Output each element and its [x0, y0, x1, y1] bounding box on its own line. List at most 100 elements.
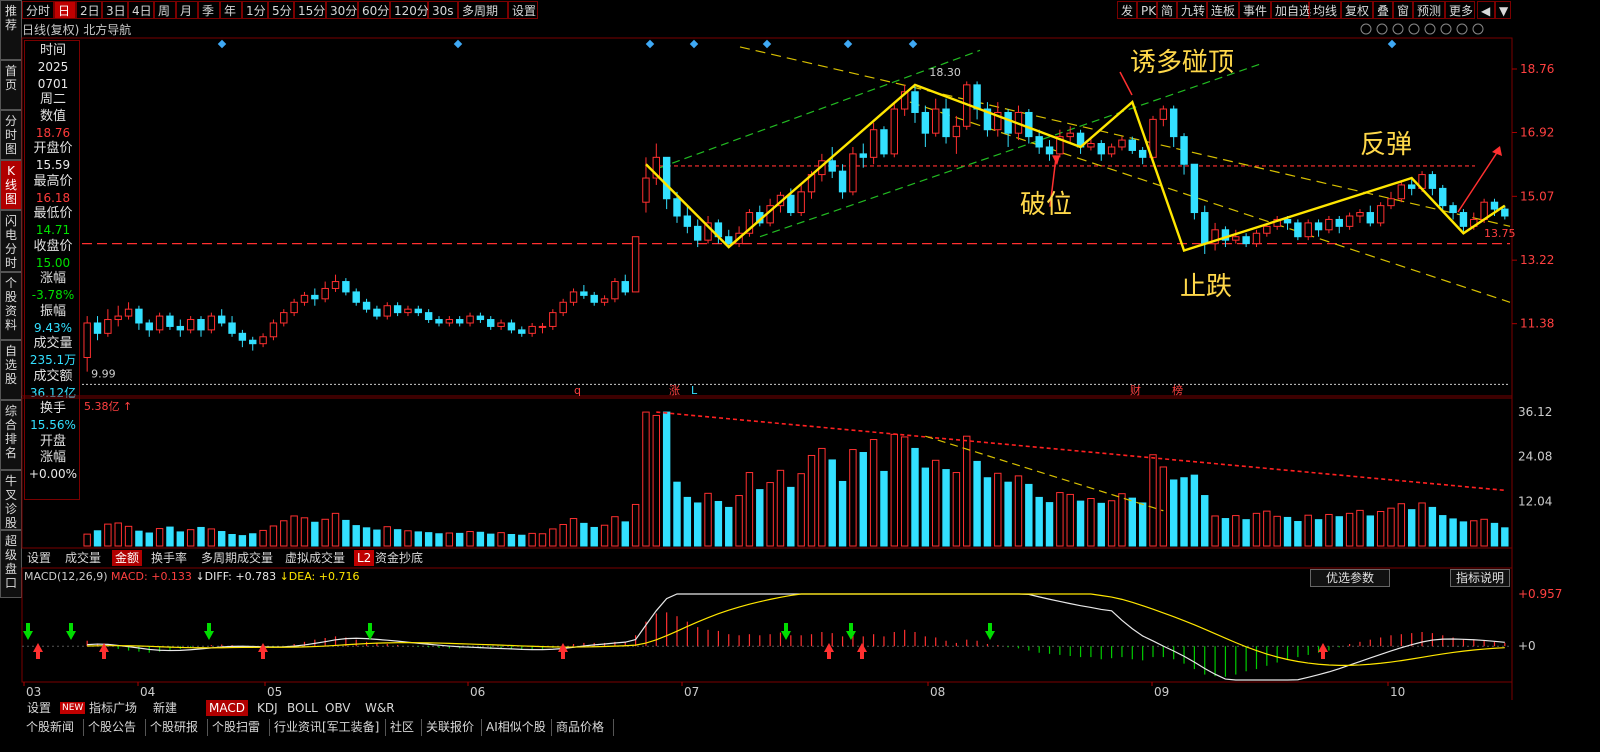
- candle-body-112: [1242, 236, 1250, 245]
- volume-bar-37: [466, 531, 474, 547]
- volume-tab-3[interactable]: 换手率: [148, 550, 190, 566]
- indicator-tab-7[interactable]: W&R: [362, 700, 398, 716]
- volume-bar-128: [1407, 509, 1416, 547]
- volume-bar-27: [362, 527, 371, 547]
- volume-bar-44: [538, 533, 547, 547]
- volume-tab-4[interactable]: 多周期成交量: [198, 550, 276, 566]
- candle-body-99: [1107, 146, 1116, 155]
- candle-body-6: [145, 322, 153, 331]
- indicator-tab-0[interactable]: 设置: [24, 700, 54, 716]
- candle-body-9: [176, 325, 185, 331]
- macd-buy-arrow-stem-5: [860, 652, 864, 659]
- volume-bar-51: [611, 516, 619, 547]
- volume-bar-83: [942, 469, 950, 547]
- volume-bar-109: [1211, 515, 1219, 547]
- candle-body-20: [290, 301, 298, 314]
- volume-bar-80: [911, 447, 919, 547]
- event-diamond-4: [762, 39, 772, 49]
- candle-body-27: [362, 301, 371, 310]
- volume-tab-2[interactable]: 金额: [112, 550, 143, 566]
- indicator-tab-5[interactable]: BOLL: [284, 700, 321, 716]
- candle-body-8: [166, 315, 174, 327]
- chart-canvas[interactable]: 18.76 16.92 15.07 13.22 11.38 18.30 9.99 13.75 q…: [0, 0, 1600, 752]
- volume-bar-67: [776, 469, 785, 547]
- news-tab-8[interactable]: 商品价格: [552, 719, 614, 736]
- volume-tab-1[interactable]: 成交量: [62, 550, 104, 566]
- event-marker-4[interactable]: 榜: [1172, 383, 1183, 397]
- optimize-params-button[interactable]: 优选参数: [1310, 569, 1390, 587]
- candle-body-39: [487, 319, 495, 327]
- volume-bar-52: [621, 521, 629, 547]
- news-tab-0[interactable]: 个股新闻: [22, 719, 84, 736]
- diamond-icon[interactable]: [1392, 23, 1404, 35]
- candle-body-74: [849, 153, 857, 193]
- indicator-tab-2[interactable]: 新建: [150, 700, 180, 716]
- volume-bar-115: [1273, 515, 1281, 547]
- volume-tab-5[interactable]: 虚拟成交量: [282, 550, 348, 566]
- candle-body-69: [797, 191, 805, 214]
- macd-buy-arrow-stem-2: [261, 652, 265, 659]
- plus-icon[interactable]: [1456, 23, 1468, 35]
- candle-body-2: [104, 319, 112, 334]
- event-marker-2[interactable]: L: [691, 384, 698, 397]
- news-tab-bar: 个股新闻 个股公告 个股研报 个股扫雷 行业资讯[军工装备] 社区 关联报价 AI相似个股 商品…: [22, 718, 1600, 736]
- candle-body-84: [952, 125, 961, 138]
- price-axis-label-1: 16.92: [1520, 125, 1554, 139]
- indicator-tab-6[interactable]: OBV: [322, 700, 354, 716]
- indicator-tab-1[interactable]: 指标广场: [86, 700, 140, 716]
- volume-bar-45: [549, 528, 557, 547]
- volume-bar-76: [869, 439, 878, 547]
- month-label-3: 06: [470, 685, 485, 699]
- eye2-icon[interactable]: [1424, 23, 1436, 35]
- month-label-2: 05: [267, 685, 282, 699]
- volume-bar-23: [321, 518, 329, 547]
- candle-body-73: [838, 170, 847, 193]
- candle-body-12: [207, 315, 216, 331]
- indicator-help-button[interactable]: 指标说明: [1450, 569, 1510, 587]
- indicator-tab-4[interactable]: KDJ: [254, 700, 281, 716]
- news-tab-7[interactable]: AI相似个股: [482, 719, 552, 736]
- indicator-tab-3[interactable]: MACD: [206, 700, 248, 716]
- candle-body-54: [642, 177, 650, 203]
- candle-body-3: [114, 315, 122, 321]
- candle-body-42: [518, 329, 526, 334]
- candle-body-47: [569, 291, 578, 303]
- candle-body-123: [1356, 212, 1364, 217]
- trend-polyline: [645, 83, 1506, 253]
- heart-icon[interactable]: [1408, 23, 1420, 35]
- candle-body-104: [1159, 108, 1168, 120]
- news-tab-6[interactable]: 关联报价: [422, 719, 482, 736]
- volume-bar-57: [673, 481, 681, 547]
- gear-icon[interactable]: [1360, 23, 1372, 35]
- volume-bar-137: [1501, 527, 1509, 547]
- volume-bar-22: [311, 521, 319, 547]
- news-tab-3[interactable]: 个股扫雷: [208, 719, 270, 736]
- candle-body-30: [393, 305, 402, 314]
- macd-dea-line: [87, 593, 1505, 666]
- event-marker-3[interactable]: 财: [1130, 383, 1141, 397]
- macd-buy-arrow-5: [857, 643, 867, 652]
- volume-bar-100: [1118, 493, 1126, 547]
- news-tab-1[interactable]: 个股公告: [84, 719, 146, 736]
- candle-body-22: [311, 294, 319, 300]
- candle-body-120: [1325, 218, 1333, 231]
- event-marker-1[interactable]: 涨: [669, 384, 680, 397]
- volume-bar-21: [300, 517, 309, 547]
- minus-icon[interactable]: [1472, 23, 1484, 35]
- candle-body-57: [673, 198, 681, 217]
- volume-tab-7[interactable]: 资金抄底: [372, 550, 426, 566]
- eye-icon[interactable]: [1376, 23, 1388, 35]
- volume-bar-46: [559, 523, 567, 547]
- event-marker-0[interactable]: q: [574, 384, 581, 397]
- volume-tab-0[interactable]: 设置: [24, 550, 54, 566]
- volume-bar-71: [818, 447, 826, 547]
- news-tab-5[interactable]: 社区: [386, 719, 422, 736]
- news-tab-4[interactable]: 行业资讯[军工装备]: [270, 719, 386, 736]
- macd-buy-arrow-stem-0: [36, 652, 40, 659]
- news-tab-2[interactable]: 个股研报: [146, 719, 208, 736]
- volume-bar-5: [135, 530, 143, 547]
- volume-bar-82: [931, 459, 940, 547]
- volume-bar-127: [1397, 503, 1406, 547]
- candle-body-53: [631, 236, 640, 293]
- copy-icon[interactable]: [1440, 23, 1452, 35]
